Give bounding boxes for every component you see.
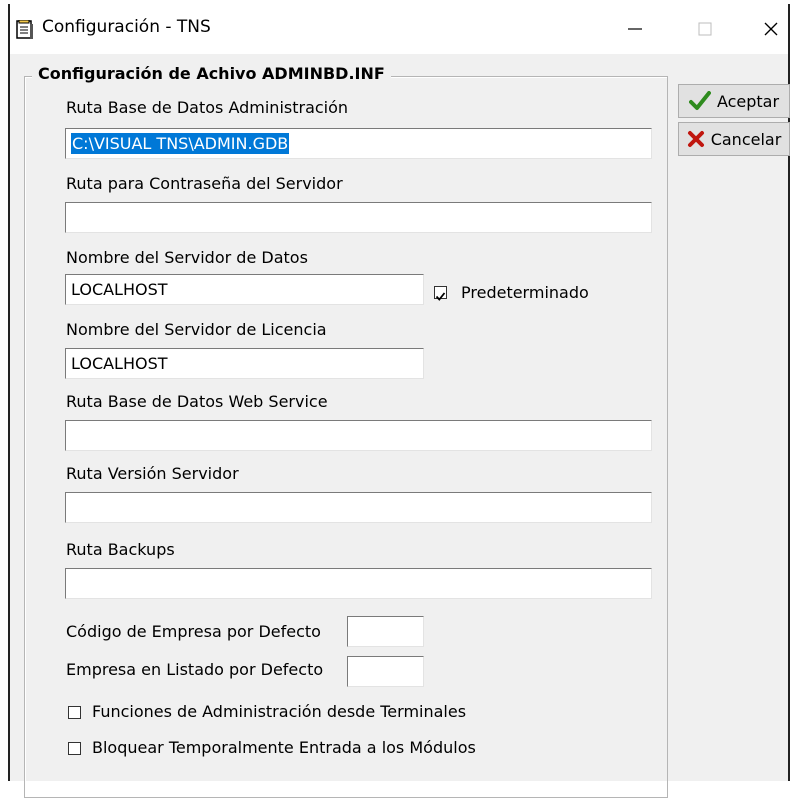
ruta-contrasena-input[interactable]	[65, 202, 652, 233]
codigo-empresa-label: Código de Empresa por Defecto	[66, 622, 321, 641]
checkmark-icon	[688, 91, 711, 110]
aceptar-label: Aceptar	[716, 91, 780, 111]
check-mark-icon	[435, 292, 446, 301]
bloquear-label: Bloquear Temporalmente Entrada a los Mód…	[92, 738, 476, 757]
servidor-datos-label: Nombre del Servidor de Datos	[66, 248, 308, 267]
empresa-listado-input[interactable]	[347, 656, 424, 687]
bloquear-checkbox[interactable]	[68, 742, 81, 755]
cancelar-button[interactable]: Cancelar	[678, 122, 790, 156]
funciones-admin-checkbox[interactable]	[68, 706, 81, 719]
x-icon	[687, 131, 704, 147]
empresa-listado-label: Empresa en Listado por Defecto	[66, 660, 324, 679]
funciones-admin-label: Funciones de Administración desde Termin…	[92, 702, 467, 721]
ruta-contrasena-label: Ruta para Contraseña del Servidor	[66, 174, 343, 193]
backups-input[interactable]	[65, 568, 652, 599]
servidor-licencia-label: Nombre del Servidor de Licencia	[66, 320, 327, 339]
group-title: Configuración de Achivo ADMINBD.INF	[32, 64, 391, 83]
window-title: Configuración - TNS	[42, 17, 211, 37]
version-servidor-label: Ruta Versión Servidor	[66, 464, 239, 483]
codigo-empresa-input[interactable]	[347, 616, 424, 647]
document-icon	[16, 20, 33, 39]
title-bar[interactable]: Configuración - TNS	[10, 4, 788, 54]
web-service-input[interactable]	[65, 420, 652, 451]
close-icon	[764, 22, 778, 36]
predeterminado-label: Predeterminado	[461, 283, 589, 302]
ruta-base-value: C:\VISUAL TNS\ADMIN.GDB	[71, 133, 290, 154]
close-button[interactable]	[744, 4, 796, 54]
maximize-icon	[698, 22, 712, 36]
backups-label: Ruta Backups	[66, 540, 175, 559]
servidor-datos-input[interactable]: LOCALHOST	[65, 274, 424, 305]
web-service-label: Ruta Base de Datos Web Service	[66, 392, 328, 411]
minimize-button[interactable]	[608, 4, 662, 54]
ruta-base-input[interactable]: C:\VISUAL TNS\ADMIN.GDB	[65, 128, 652, 159]
cancelar-label: Cancelar	[710, 129, 782, 149]
config-window: Configuración - TNS Configuración de Ach…	[8, 4, 790, 798]
predeterminado-checkbox[interactable]	[434, 286, 447, 301]
servidor-licencia-input[interactable]: LOCALHOST	[65, 348, 424, 379]
dialog-body: Configuración de Achivo ADMINBD.INF Ruta…	[10, 54, 790, 798]
minimize-icon	[628, 28, 642, 30]
aceptar-button[interactable]: Aceptar	[678, 84, 790, 118]
version-servidor-input[interactable]	[65, 492, 652, 523]
ruta-base-label: Ruta Base de Datos Administración	[66, 98, 349, 117]
maximize-button[interactable]	[678, 4, 732, 54]
